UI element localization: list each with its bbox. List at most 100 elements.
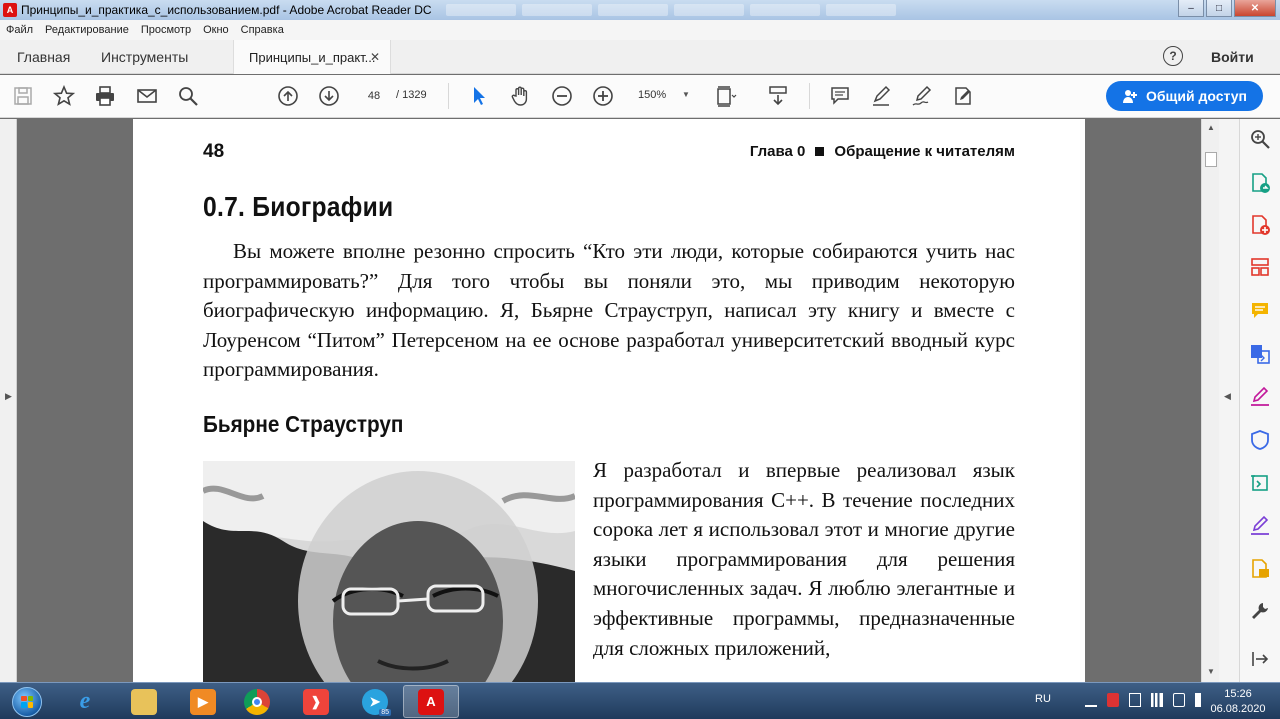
share-button[interactable]: Общий доступ — [1106, 81, 1263, 111]
anydesk-icon: ❱ — [303, 688, 329, 715]
select-cursor-icon[interactable] — [467, 84, 491, 108]
scroll-mode-icon[interactable] — [766, 84, 790, 108]
signal-strength-icon[interactable] — [1151, 693, 1163, 707]
export-pdf-icon[interactable] — [1248, 171, 1272, 195]
input-language-indicator[interactable]: RU — [1035, 693, 1051, 705]
combine-files-icon[interactable] — [1248, 342, 1272, 366]
clock-time: 15:26 — [1224, 688, 1252, 700]
window-controls: – □ ✕ — [1178, 0, 1276, 17]
highlight-pen-icon[interactable] — [869, 84, 893, 108]
taskbar-telegram[interactable]: ➤ 85 — [347, 685, 403, 718]
scroll-down-icon[interactable]: ▼ — [1207, 667, 1215, 676]
pdf-page: 48 Глава 0 Обращение к читателям 0.7. Би… — [133, 119, 1085, 682]
create-pdf-icon[interactable] — [1248, 213, 1272, 237]
save-icon[interactable] — [11, 84, 35, 108]
zoom-in-icon[interactable] — [591, 84, 615, 108]
help-icon[interactable]: ? — [1163, 46, 1183, 66]
tab-tools[interactable]: Инструменты — [101, 49, 188, 65]
chevron-right-icon: ▶ — [5, 391, 12, 401]
close-tab-icon[interactable]: ✕ — [370, 50, 380, 64]
draw-signature-icon[interactable] — [910, 84, 934, 108]
tab-document[interactable]: Принципы_и_практ... ✕ — [233, 40, 391, 74]
vertical-scrollbar[interactable]: ▲ ▼ — [1201, 119, 1219, 682]
system-clock[interactable]: 15:26 06.08.2020 — [1206, 687, 1270, 717]
send-for-comments-icon[interactable] — [1248, 557, 1272, 581]
search-zoom-icon[interactable] — [1248, 127, 1272, 151]
page-fit-icon[interactable] — [714, 84, 738, 108]
chevron-left-icon: ◀ — [1224, 391, 1231, 401]
chevron-down-icon[interactable]: ▼ — [682, 90, 690, 99]
network-warning-icon[interactable] — [1107, 693, 1119, 707]
intro-paragraph: Вы можете вполне резонно спросить “Кто э… — [203, 239, 1015, 382]
search-icon[interactable] — [176, 84, 200, 108]
folder-icon — [131, 688, 157, 715]
fill-sign-icon[interactable] — [951, 84, 975, 108]
scrollbar-thumb[interactable] — [1205, 152, 1217, 167]
collapse-panel-icon[interactable] — [1248, 647, 1272, 671]
author-subheading: Бьярне Страуструп — [203, 411, 404, 437]
taskbar-anydesk[interactable]: ❱ — [288, 685, 344, 718]
taskbar-file-explorer[interactable] — [116, 685, 172, 718]
tab-bar: Главная Инструменты Принципы_и_практ... … — [0, 40, 1280, 74]
clock-date: 06.08.2020 — [1210, 703, 1266, 715]
zoom-out-icon[interactable] — [550, 84, 574, 108]
minimize-button[interactable]: – — [1178, 0, 1204, 17]
toolbar-divider — [809, 83, 810, 109]
maximize-button[interactable]: □ — [1206, 0, 1232, 17]
protect-shield-icon[interactable] — [1248, 428, 1272, 452]
menu-window[interactable]: Окно — [203, 24, 229, 36]
system-tray — [1085, 693, 1207, 707]
next-page-icon[interactable] — [317, 84, 341, 108]
right-panel-toggle[interactable]: ◀ — [1219, 119, 1239, 682]
send-for-signature-icon[interactable] — [1248, 514, 1272, 538]
internet-explorer-icon: e — [79, 688, 91, 714]
taskbar-media-player[interactable]: ▶ — [175, 685, 231, 718]
fill-and-sign-icon[interactable] — [1248, 385, 1272, 409]
print-icon[interactable] — [93, 84, 117, 108]
taskbar-internet-explorer[interactable]: e — [57, 685, 113, 718]
windows-logo-icon — [12, 686, 42, 717]
tab-home[interactable]: Главная — [17, 49, 70, 65]
close-button[interactable]: ✕ — [1234, 0, 1276, 17]
menu-help[interactable]: Справка — [241, 24, 284, 36]
background-window-tabs — [445, 4, 896, 16]
taskbar-chrome[interactable] — [229, 685, 285, 718]
hand-tool-icon[interactable] — [508, 84, 532, 108]
menu-view[interactable]: Просмотр — [141, 24, 191, 36]
page-number-input[interactable] — [357, 85, 391, 107]
menu-edit[interactable]: Редактирование — [45, 24, 129, 36]
bookmark-star-icon[interactable] — [52, 84, 76, 108]
title-bar: A Принципы_и_практика_с_использованием.p… — [0, 0, 1280, 20]
acrobat-app-icon: A — [3, 3, 17, 17]
email-icon[interactable] — [135, 84, 159, 108]
author-photo — [203, 461, 575, 682]
tools-pane — [1239, 119, 1280, 682]
show-hidden-icons-icon[interactable] — [1085, 693, 1097, 707]
organize-pages-icon[interactable] — [1248, 255, 1272, 279]
tab-document-label: Принципы_и_практ... — [249, 49, 376, 65]
sign-in-link[interactable]: Войти — [1211, 49, 1254, 65]
running-head-chapter: Глава 0 — [749, 143, 806, 160]
previous-page-icon[interactable] — [276, 84, 300, 108]
chrome-icon — [244, 688, 270, 715]
zoom-level-select[interactable]: 150% — [638, 89, 666, 101]
acrobat-reader-icon: A — [418, 688, 444, 715]
telegram-unread-badge: 85 — [379, 709, 391, 716]
toolbar-divider — [448, 83, 449, 109]
edit-pdf-icon[interactable] — [1248, 471, 1272, 495]
page-total: / 1329 — [396, 89, 427, 101]
author-bio-paragraph: Я разработал и впервые реализовал язык п… — [593, 458, 1015, 660]
running-head: Глава 0 Обращение к читателям — [750, 143, 1015, 160]
keyboard-icon[interactable] — [1129, 693, 1141, 707]
wrench-tools-icon[interactable] — [1248, 599, 1272, 623]
menu-file[interactable]: Файл — [6, 24, 33, 36]
scroll-up-icon[interactable]: ▲ — [1207, 123, 1215, 132]
start-button[interactable] — [4, 684, 50, 719]
section-title: 0.7. Биографии — [203, 191, 394, 222]
left-panel-toggle[interactable]: ▶ — [0, 119, 17, 682]
add-person-icon — [1123, 90, 1137, 103]
taskbar-acrobat-reader[interactable]: A — [403, 685, 459, 718]
comment-icon[interactable] — [828, 84, 852, 108]
comment-tool-icon[interactable] — [1248, 299, 1272, 323]
power-icon[interactable] — [1173, 693, 1185, 707]
